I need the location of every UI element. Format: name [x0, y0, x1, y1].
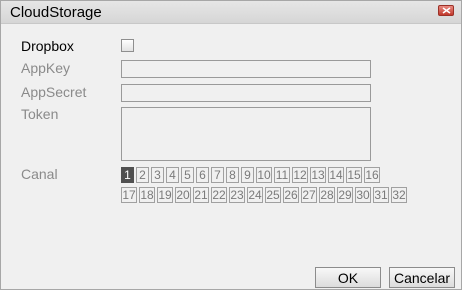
channel-19-button[interactable]: 19 — [157, 187, 173, 203]
channel-11-button[interactable]: 11 — [274, 167, 290, 183]
channel-8-button[interactable]: 8 — [226, 167, 239, 183]
cloudstorage-dialog: CloudStorage Dropbox AppKey AppSecret To… — [0, 0, 462, 290]
channel-26-button[interactable]: 26 — [283, 187, 299, 203]
channel-21-button[interactable]: 21 — [193, 187, 209, 203]
channel-24-button[interactable]: 24 — [247, 187, 263, 203]
window-title: CloudStorage — [10, 4, 102, 21]
channel-7-button[interactable]: 7 — [211, 167, 224, 183]
channel-17-button[interactable]: 17 — [121, 187, 137, 203]
channel-32-button[interactable]: 32 — [391, 187, 407, 203]
channel-22-button[interactable]: 22 — [211, 187, 227, 203]
channel-23-button[interactable]: 23 — [229, 187, 245, 203]
canal-label: Canal — [21, 166, 58, 182]
channel-5-button[interactable]: 5 — [181, 167, 194, 183]
token-input[interactable] — [121, 107, 371, 161]
channel-31-button[interactable]: 31 — [373, 187, 389, 203]
appsecret-label: AppSecret — [21, 84, 87, 100]
channel-9-button[interactable]: 9 — [241, 167, 254, 183]
channel-25-button[interactable]: 25 — [265, 187, 281, 203]
channel-15-button[interactable]: 15 — [346, 167, 362, 183]
channel-30-button[interactable]: 30 — [355, 187, 371, 203]
channel-10-button[interactable]: 10 — [256, 167, 272, 183]
channel-4-button[interactable]: 4 — [166, 167, 179, 183]
channel-28-button[interactable]: 28 — [319, 187, 335, 203]
close-icon — [442, 7, 451, 14]
channel-14-button[interactable]: 14 — [328, 167, 344, 183]
channel-20-button[interactable]: 20 — [175, 187, 191, 203]
channel-16-button[interactable]: 16 — [364, 167, 380, 183]
channel-2-button[interactable]: 2 — [136, 167, 149, 183]
channel-29-button[interactable]: 29 — [337, 187, 353, 203]
channel-13-button[interactable]: 13 — [310, 167, 326, 183]
channel-1-button[interactable]: 1 — [121, 167, 134, 183]
channel-3-button[interactable]: 3 — [151, 167, 164, 183]
appsecret-input[interactable] — [121, 84, 371, 102]
appkey-label: AppKey — [21, 60, 71, 76]
channel-18-button[interactable]: 18 — [139, 187, 155, 203]
dropbox-label: Dropbox — [21, 38, 74, 54]
cancel-button[interactable]: Cancelar — [389, 267, 455, 288]
channel-12-button[interactable]: 12 — [292, 167, 308, 183]
dropbox-checkbox[interactable] — [121, 39, 134, 52]
token-label: Token — [21, 106, 59, 122]
ok-button[interactable]: OK — [315, 267, 381, 288]
channel-6-button[interactable]: 6 — [196, 167, 209, 183]
appkey-input[interactable] — [121, 60, 371, 78]
title-bar[interactable]: CloudStorage — [1, 1, 461, 24]
channel-27-button[interactable]: 27 — [301, 187, 317, 203]
close-button[interactable] — [438, 5, 454, 16]
